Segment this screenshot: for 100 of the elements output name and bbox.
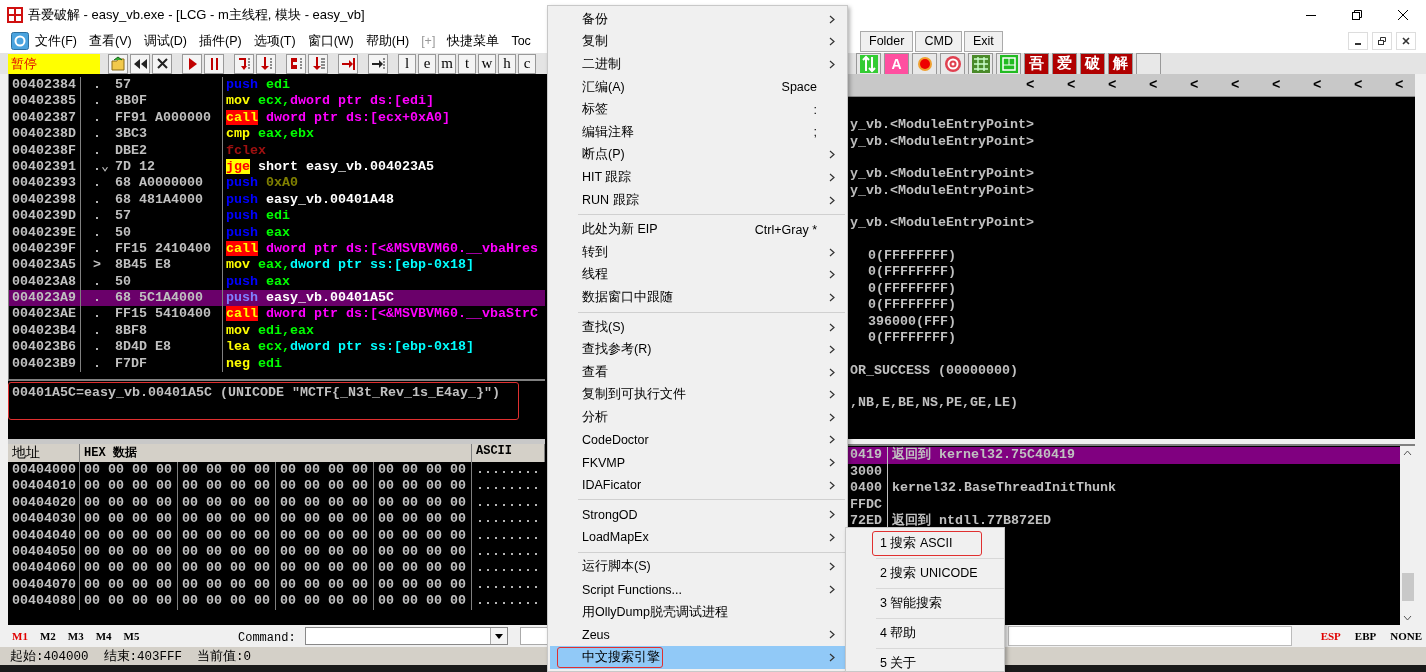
menu-item[interactable]: 汇编(A) Space [550, 75, 845, 99]
column-header[interactable]: HEX 数据 [80, 444, 472, 462]
menu-item[interactable]: Zeus [550, 623, 845, 647]
window-letter-button[interactable]: m [438, 53, 456, 74]
window-letter-button[interactable]: h [498, 53, 516, 74]
window-letter-button[interactable]: t [458, 53, 476, 74]
column-arrow[interactable]: < [1190, 77, 1203, 93]
menu-item[interactable]: RUN 跟踪 [550, 188, 845, 212]
selected-row[interactable]: 0419 返回到 kernel32.75C40419 [848, 447, 1400, 464]
blank-button[interactable] [1136, 52, 1161, 75]
memory-tab[interactable]: M2 [39, 630, 56, 642]
pause-button[interactable] [204, 53, 224, 74]
memory-tab[interactable]: M3 [67, 630, 84, 642]
command-field[interactable] [304, 627, 508, 645]
record-button[interactable] [912, 52, 937, 75]
window-letter-button[interactable]: e [418, 53, 436, 74]
menu-item[interactable]: 数据窗口中跟随 [550, 286, 845, 309]
menu-item[interactable]: 复制 [550, 30, 845, 54]
window-button[interactable] [996, 52, 1021, 75]
menu-item[interactable]: 转到 [550, 240, 845, 264]
memory-tab[interactable]: M4 [95, 630, 112, 642]
code-row[interactable]: 0040238D . 3BC3 cmp eax,ebx [9, 126, 545, 143]
step-into-button[interactable] [234, 53, 254, 74]
stack-mode-button[interactable]: NONE [1390, 630, 1422, 642]
menu-item[interactable]: 查找(S) [550, 315, 845, 339]
quick-button[interactable]: Exit [963, 30, 1003, 52]
window-letter-button[interactable]: c [518, 53, 536, 74]
column-arrow[interactable]: < [1313, 77, 1326, 93]
input-field[interactable] [1007, 626, 1292, 646]
menu-item[interactable]: 查找参考(R) [550, 338, 845, 361]
brand-button[interactable]: 破 [1080, 52, 1105, 75]
menu-item[interactable]: 运行脚本(S) [550, 555, 845, 579]
menu-item[interactable]: 分析 [550, 406, 845, 429]
brand-button[interactable]: 爱 [1052, 52, 1077, 75]
menu-item[interactable]: 快捷菜单 [441, 32, 506, 50]
menu-item[interactable]: 2 搜索 UNICODE [846, 559, 1004, 588]
menu-item[interactable]: 查看(V) [82, 32, 138, 50]
column-header[interactable]: 地址 [8, 444, 80, 462]
column-arrow[interactable]: < [1108, 77, 1121, 93]
app-menu-icon[interactable] [11, 32, 29, 50]
code-row[interactable]: 0040239D . 57 push edi [9, 208, 545, 225]
play-button[interactable] [182, 53, 202, 74]
menu-item[interactable]: LoadMapEx [550, 526, 845, 549]
menu-item[interactable]: 窗口(W) [301, 32, 360, 50]
column-arrow[interactable]: < [1026, 77, 1039, 93]
menu-item[interactable]: 断点(P) [550, 143, 845, 167]
close-button[interactable] [152, 53, 172, 74]
brand-button[interactable]: 吾 [1024, 52, 1049, 75]
code-row[interactable]: 0040239F . FF15 2410400 call dword ptr ds:[<&MSVBVM60.__vbaHres [9, 240, 545, 258]
menu-item[interactable]: 3 智能搜索 [846, 589, 1004, 618]
trace-over-button[interactable] [308, 53, 328, 74]
code-row[interactable]: 00402393 . 68 A0000000 push 0xA0 [9, 175, 545, 192]
stack-mode-button[interactable]: ESP [1320, 630, 1341, 642]
input-field[interactable] [519, 627, 548, 645]
column-arrow[interactable]: < [1272, 77, 1285, 93]
column-arrow[interactable]: < [1354, 77, 1367, 93]
menu-item[interactable]: 查看 [550, 360, 845, 384]
column-arrow[interactable]: < [1149, 77, 1162, 93]
memory-tab[interactable]: M1 [12, 630, 28, 642]
column-arrow[interactable]: < [1231, 77, 1244, 93]
menu-item[interactable]: 调试(D) [137, 32, 193, 50]
brand-button[interactable]: 解 [1108, 52, 1133, 75]
menu-item[interactable]: 1 搜索 ASCII [846, 529, 1004, 558]
code-row[interactable]: 004023B6 . 8D4D E8 lea ecx,dword ptr ss:[ebp-0x18] [9, 339, 545, 356]
code-row[interactable]: 004023A5 > 8B45 E8 mov eax,dword ptr ss:[ebp-0x18] [9, 257, 545, 274]
menu-item[interactable]: 标签 : [550, 98, 845, 121]
child-close-button[interactable] [1396, 32, 1416, 50]
code-row[interactable]: 00402387 . FF91 A000000 call dword ptr ds:[ecx+0xA0] [9, 109, 545, 127]
target-button[interactable] [940, 52, 965, 75]
column-arrow[interactable]: < [1395, 77, 1408, 93]
trace-into-button[interactable] [286, 53, 306, 74]
menu-item[interactable]: 此处为新 EIP Ctrl+Gray * [550, 218, 845, 241]
menu-item[interactable]: 5 关于 [846, 649, 1004, 671]
menu-item[interactable]: 4 帮助 [846, 619, 1004, 648]
go-to-button[interactable] [368, 53, 388, 74]
menu-item[interactable]: 复制到可执行文件 [550, 383, 845, 407]
menu-item[interactable]: 备份 [550, 8, 845, 31]
menu-item[interactable]: 二进制 [550, 53, 845, 76]
window-letter-button[interactable]: w [478, 53, 496, 74]
code-row[interactable]: 0040239E . 50 push eax [9, 224, 545, 241]
menu-item[interactable]: StrongOD [550, 503, 845, 527]
menu-item[interactable]: 中文搜索引擎 [550, 646, 845, 669]
menu-item[interactable]: 编辑注释 ; [550, 120, 845, 144]
return-arrow-button[interactable] [338, 53, 358, 74]
rewind-button[interactable] [130, 53, 150, 74]
grid-button[interactable] [968, 52, 993, 75]
child-restore-button[interactable] [1372, 32, 1392, 50]
code-row[interactable]: 0040238F . DBE2 fclex [9, 142, 545, 159]
quick-button[interactable]: CMD [915, 30, 962, 52]
column-arrow[interactable]: < [1067, 77, 1080, 93]
code-row[interactable]: 004023AE . FF15 5410400 call dword ptr ds:[<&MSVBVM60.__vbaStrC [9, 306, 545, 323]
child-minimize-button[interactable] [1348, 32, 1368, 50]
code-row[interactable]: 004023B9 . F7DF neg edi [9, 355, 545, 373]
scrollbar-thumb[interactable] [1401, 573, 1414, 601]
menu-item[interactable]: Script Functions... [550, 578, 845, 601]
step-over-button[interactable] [256, 53, 276, 74]
memory-tab[interactable]: M5 [123, 630, 140, 642]
menu-item[interactable]: IDAFicator [550, 473, 845, 497]
code-row[interactable]: 00402391 .⌄ 7D 12 jge short easy_vb.004023A5 [9, 158, 545, 176]
code-row[interactable]: 004023B4 . 8BF8 mov edi,eax [9, 322, 545, 340]
